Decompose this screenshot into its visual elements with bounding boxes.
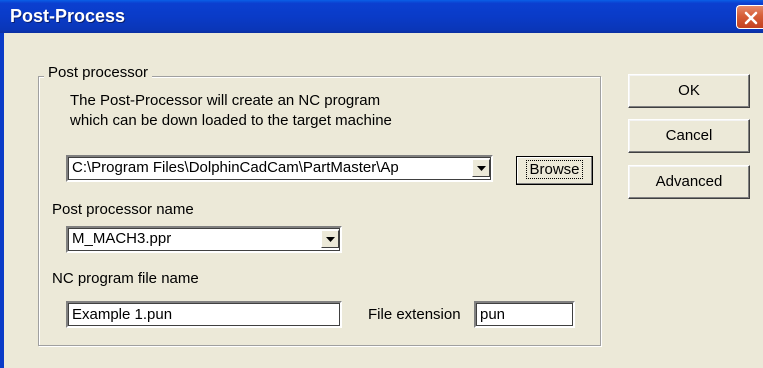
pp-name-dropdown-button[interactable] [321, 230, 339, 248]
advanced-button[interactable]: Advanced [628, 165, 750, 199]
path-combo-dropdown-button[interactable] [472, 159, 490, 177]
file-extension-label: File extension [368, 306, 461, 323]
close-icon [744, 11, 758, 25]
description-line-2: which can be down loaded to the target m… [70, 112, 392, 129]
cancel-button-label: Cancel [665, 127, 713, 144]
post-processor-name-combo[interactable]: M_MACH3.ppr [66, 226, 342, 253]
pp-name-label: Post processor name [52, 201, 194, 218]
chevron-down-icon [326, 237, 335, 242]
chevron-down-icon [477, 166, 486, 171]
dialog-title: Post-Process [10, 6, 126, 26]
browse-button[interactable]: Browse [516, 156, 593, 185]
nc-file-name-label: NC program file name [52, 270, 199, 287]
title-bar[interactable]: Post-Process [0, 0, 763, 33]
browse-button-label: Browse [526, 160, 583, 179]
pp-name-value: M_MACH3.ppr [72, 230, 172, 247]
ok-button[interactable]: OK [628, 74, 750, 108]
description-line-1: The Post-Processor will create an NC pro… [70, 92, 381, 109]
path-combo-value: C:\Program Files\DolphinCadCam\PartMaste… [72, 159, 399, 176]
groupbox-legend: Post processor [44, 64, 153, 81]
ok-button-label: OK [678, 82, 700, 99]
close-button[interactable] [736, 5, 763, 29]
post-processor-path-combo[interactable]: C:\Program Files\DolphinCadCam\PartMaste… [66, 155, 493, 182]
window-border-right [758, 33, 763, 368]
window-border-left [0, 33, 4, 368]
file-extension-input[interactable]: pun [474, 301, 575, 328]
cancel-button[interactable]: Cancel [628, 119, 750, 153]
post-process-dialog: Post-Process Post processor The Post-Pro… [0, 0, 763, 368]
advanced-button-label: Advanced [655, 173, 723, 190]
nc-file-name-input[interactable]: Example 1.pun [66, 301, 342, 328]
